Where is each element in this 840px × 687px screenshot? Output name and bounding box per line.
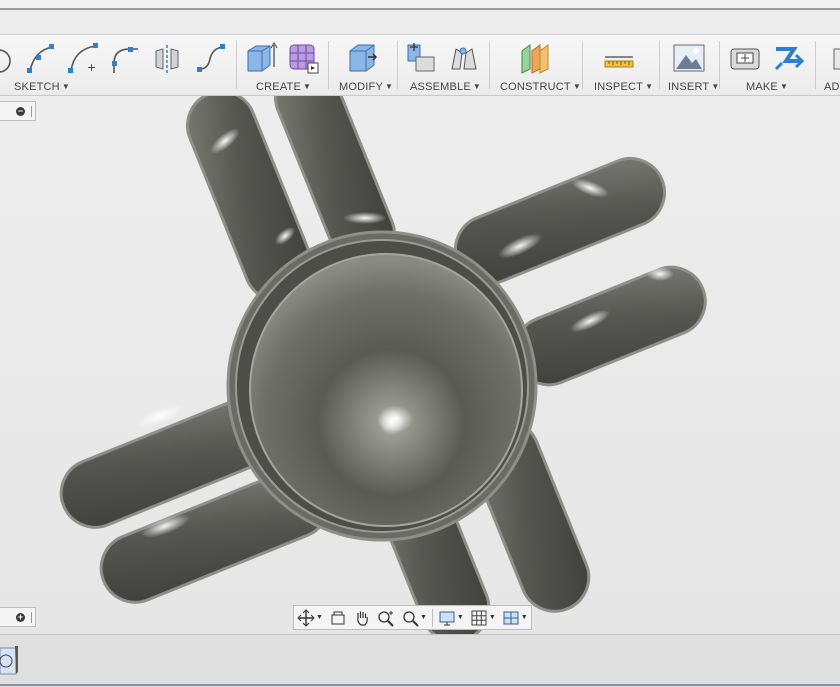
measure-icon[interactable] <box>602 41 636 75</box>
look-at-icon <box>331 611 345 624</box>
modify-menu[interactable]: MODIFY ▼ <box>339 81 393 93</box>
add-ins-menu[interactable]: AD <box>824 81 840 93</box>
as-built-joint-icon[interactable] <box>446 41 480 75</box>
separator <box>431 608 433 627</box>
collapse-icon: − <box>16 106 25 116</box>
chevron-down-icon: ▼ <box>488 614 496 621</box>
viewports-button[interactable]: ▼ <box>499 606 531 629</box>
create-menu[interactable]: CREATE ▼ <box>256 81 311 93</box>
timeline-panel <box>0 634 840 687</box>
display-settings-button[interactable]: ▼ <box>435 606 467 629</box>
orbit-button[interactable]: ▼ <box>294 606 326 629</box>
comments-expand-tab[interactable]: + <box>0 607 36 627</box>
fan-hub-bowl <box>249 253 523 527</box>
spline-icon[interactable]: + <box>66 41 100 75</box>
zoom-icon <box>378 610 394 627</box>
zoom-window-icon <box>403 610 419 627</box>
display-settings-icon <box>439 611 455 625</box>
navigation-bar: ▼ ▼ ▼ ▼ ▼ <box>293 605 532 630</box>
separator <box>328 41 329 89</box>
separator <box>489 41 490 89</box>
orbit-icon <box>297 608 315 627</box>
arc-icon[interactable] <box>24 41 58 75</box>
press-pull-icon[interactable] <box>346 41 380 75</box>
expand-icon: + <box>16 612 25 622</box>
separator <box>719 41 720 89</box>
curve-icon[interactable] <box>194 41 228 75</box>
separator <box>236 41 237 89</box>
chevron-down-icon: ▼ <box>456 614 464 621</box>
insert-menu[interactable]: INSERT ▼ <box>668 81 719 93</box>
pan-icon <box>357 611 368 626</box>
lattice-icon[interactable] <box>286 41 320 75</box>
separator <box>582 41 583 89</box>
viewports-icon <box>503 611 519 624</box>
circle-icon[interactable] <box>0 41 16 75</box>
ribbon-toolbar: + SKETCH ▼ CREATE ▼ MODIFY ▼ ASSEMBLE ▼ CONS… <box>0 35 840 96</box>
chevron-down-icon: ▼ <box>779 82 789 91</box>
grid-button[interactable]: ▼ <box>467 606 499 629</box>
drag-handle[interactable] <box>31 612 32 623</box>
3d-print-icon[interactable] <box>728 41 762 75</box>
look-at-button[interactable] <box>326 606 350 629</box>
chevron-down-icon: ▼ <box>316 614 323 621</box>
sketch-menu[interactable]: SKETCH ▼ <box>14 81 70 93</box>
box-icon[interactable] <box>244 41 278 75</box>
svg-text:+: + <box>87 61 96 74</box>
joint-icon[interactable] <box>404 41 438 75</box>
fillet-arc-icon[interactable] <box>108 41 142 75</box>
title-strip <box>0 0 840 10</box>
viewport-canvas[interactable]: − + ▼ ▼ ▼ ▼ ▼ <box>0 96 840 634</box>
timeline-feature-icon <box>0 646 18 675</box>
separator <box>397 41 398 89</box>
inspect-menu[interactable]: INSPECT ▼ <box>594 81 653 93</box>
drag-handle[interactable] <box>31 106 32 117</box>
insert-image-icon[interactable] <box>672 41 706 75</box>
make-arrow-icon[interactable] <box>772 41 806 75</box>
chevron-down-icon: ▼ <box>572 82 581 91</box>
grid-icon <box>471 610 487 625</box>
mirror-icon[interactable] <box>150 41 184 75</box>
fan-model <box>59 96 707 634</box>
chevron-down-icon: ▼ <box>645 82 654 91</box>
make-menu[interactable]: MAKE ▼ <box>746 81 788 93</box>
assemble-menu[interactable]: ASSEMBLE ▼ <box>410 81 481 93</box>
zoom-window-button[interactable]: ▼ <box>398 606 430 629</box>
add-ins-icon[interactable] <box>830 41 840 75</box>
chevron-down-icon: ▼ <box>384 82 394 91</box>
timeline-feature-item[interactable] <box>0 646 18 676</box>
document-tab-bar <box>0 10 840 35</box>
separator <box>659 41 660 89</box>
browser-collapse-tab[interactable]: − <box>0 101 36 121</box>
pan-button[interactable] <box>350 606 374 629</box>
chevron-down-icon: ▼ <box>520 614 528 621</box>
zoom-button[interactable] <box>374 606 398 629</box>
construct-menu[interactable]: CONSTRUCT ▼ <box>500 81 581 93</box>
chevron-down-icon: ▼ <box>61 82 70 91</box>
chevron-down-icon: ▼ <box>303 82 312 91</box>
offset-plane-icon[interactable] <box>518 41 552 75</box>
chevron-down-icon: ▼ <box>472 82 482 91</box>
separator <box>815 41 816 89</box>
chevron-down-icon: ▼ <box>419 614 427 621</box>
